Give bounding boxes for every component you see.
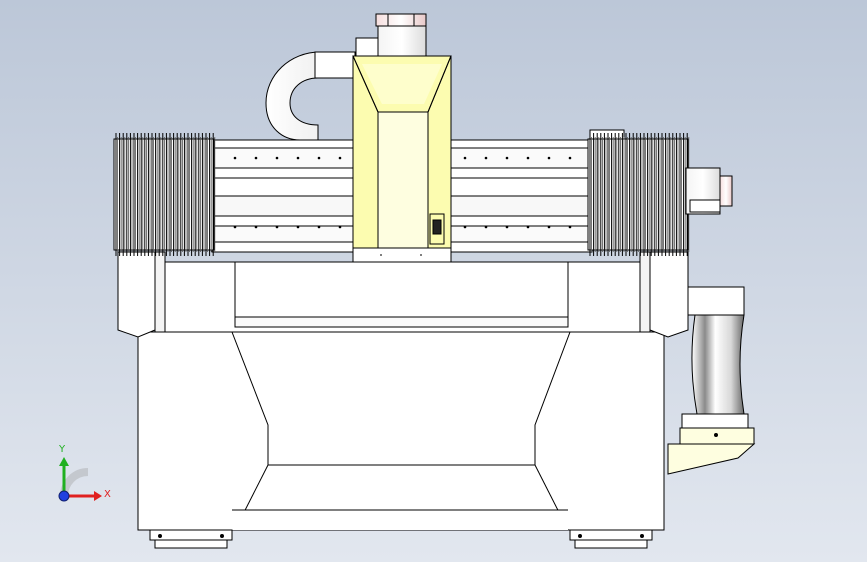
y-axis-label: Y: [58, 444, 66, 455]
foot-right: [569, 529, 653, 541]
machine-base: [137, 331, 665, 549]
foot-left: [149, 529, 233, 541]
cnc-router-model-view[interactable]: X Y: [0, 0, 867, 562]
cad-viewport[interactable]: X Y: [0, 0, 867, 562]
x-axis-label: X: [104, 489, 111, 500]
spindle-carriage: [352, 55, 452, 263]
worktable: [164, 261, 641, 333]
z-axis-dot: [58, 490, 70, 502]
bellows-cover-right: [587, 133, 690, 256]
bellows-cover-left: [113, 133, 216, 256]
